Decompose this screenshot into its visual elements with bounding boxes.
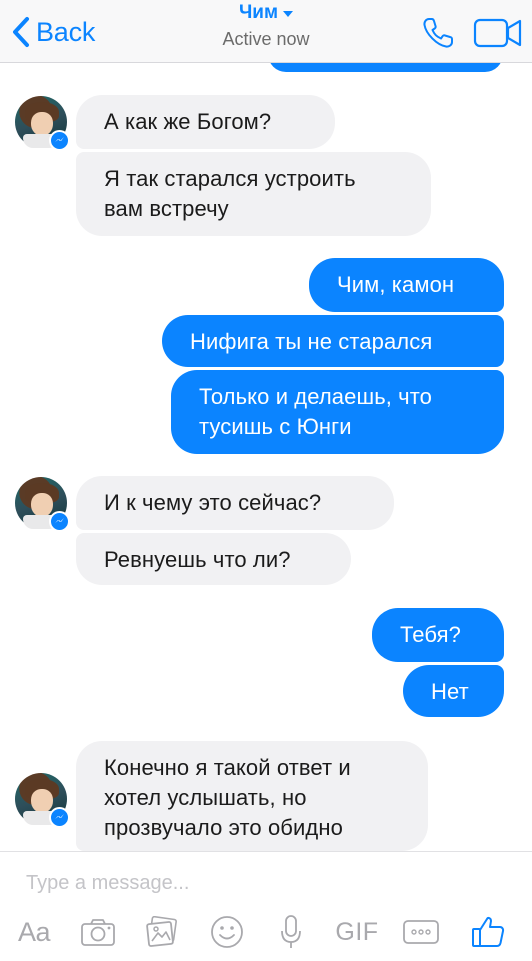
back-chevron-icon	[13, 17, 29, 47]
contact-name: Чим	[238, 2, 279, 23]
back-button[interactable]: Back	[10, 14, 95, 50]
phone-icon[interactable]	[421, 16, 455, 50]
microphone-icon[interactable]	[278, 912, 304, 952]
outgoing-message[interactable]: Нет	[403, 665, 504, 717]
incoming-message[interactable]: Конечно я такой ответ и хотел услышать, …	[76, 741, 428, 851]
gif-button[interactable]: GIF	[333, 912, 381, 952]
outgoing-message[interactable]: Нифига ты не старался	[162, 315, 504, 367]
video-camera-icon[interactable]	[473, 17, 523, 49]
messenger-badge-icon	[49, 511, 70, 532]
conversation-title[interactable]: Чим Active now	[166, 2, 366, 50]
messenger-badge-icon	[49, 807, 70, 828]
caret-down-icon	[283, 11, 294, 17]
contact-avatar[interactable]	[15, 96, 70, 151]
message-composer: Aa GIF	[0, 851, 532, 961]
avatar-face	[31, 112, 53, 136]
outgoing-message[interactable]: Чим, камон	[309, 258, 504, 312]
incoming-message[interactable]: Ревнуешь что ли?	[76, 533, 351, 585]
thumbs-up-icon[interactable]	[470, 912, 506, 952]
outgoing-message[interactable]: Тебя?	[372, 608, 504, 662]
conversation-header: Back Чим Active now	[0, 0, 532, 63]
message-input[interactable]	[24, 866, 508, 900]
outgoing-message[interactable]: Только и делаешь, что тусишь с Юнги	[171, 370, 504, 454]
active-status: Active now	[222, 29, 310, 49]
contact-avatar[interactable]	[15, 773, 70, 828]
messenger-badge-icon	[49, 130, 70, 151]
incoming-message[interactable]: Я так старался устроить вам встречу	[76, 152, 431, 236]
camera-icon[interactable]	[80, 912, 116, 952]
avatar-face	[31, 789, 53, 813]
incoming-message[interactable]: И к чему это сейчас?	[76, 476, 394, 530]
more-icon[interactable]	[402, 912, 440, 952]
contact-name-row[interactable]: Чим	[238, 2, 294, 24]
contact-avatar[interactable]	[15, 477, 70, 532]
avatar-face	[31, 493, 53, 517]
text-format-button[interactable]: Aa	[14, 912, 54, 952]
incoming-message[interactable]: А как же Богом?	[76, 95, 335, 149]
gallery-icon[interactable]	[145, 912, 179, 952]
back-label: Back	[36, 16, 96, 47]
emoji-icon[interactable]	[210, 912, 244, 952]
